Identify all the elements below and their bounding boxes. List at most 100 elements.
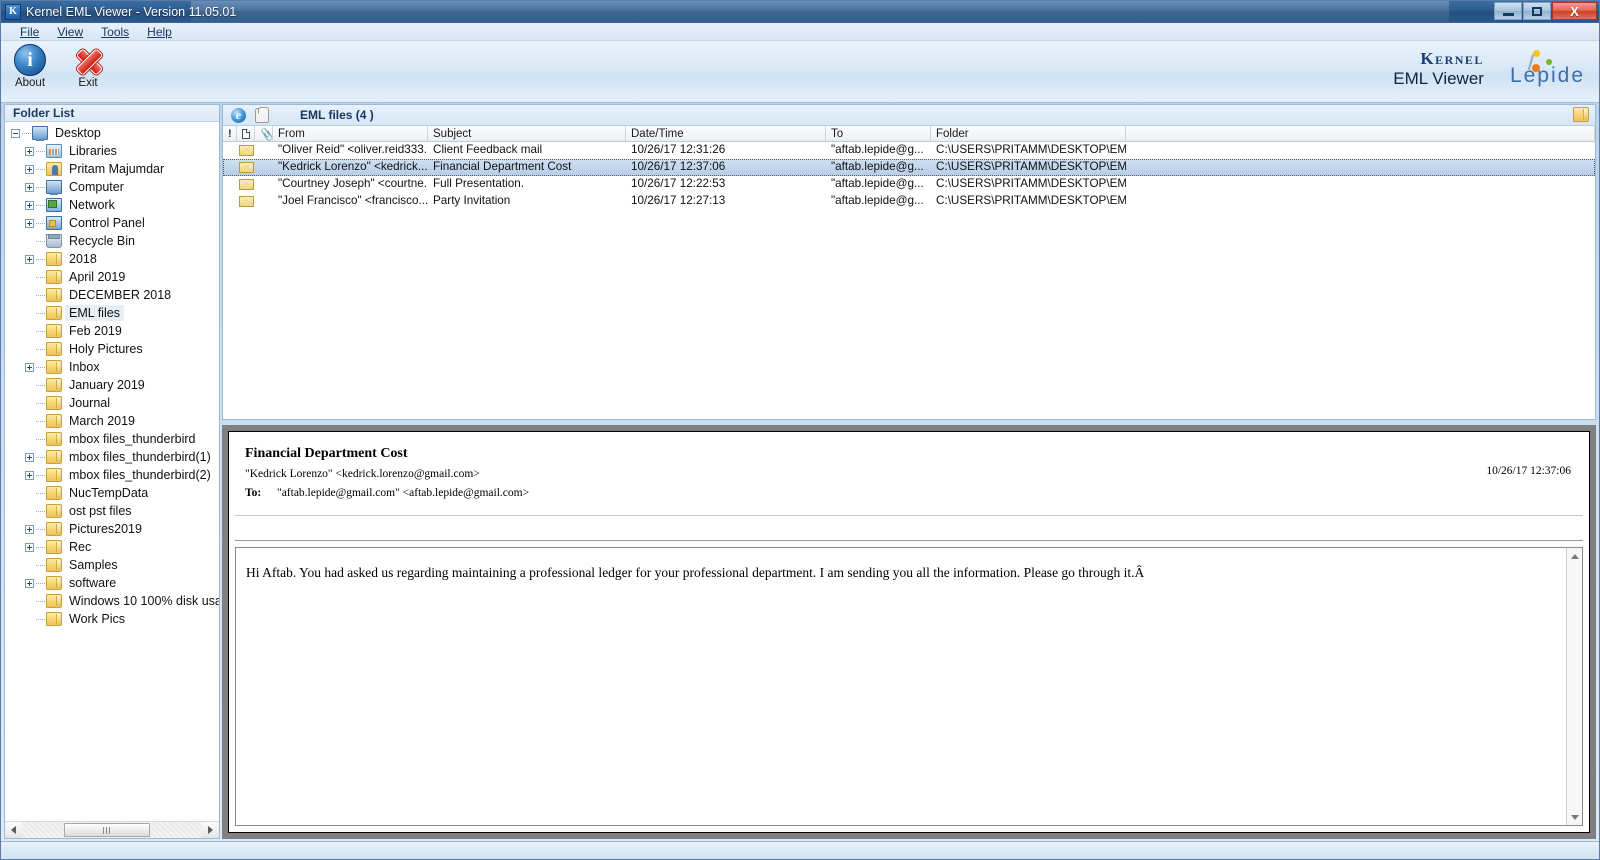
expand-icon[interactable]	[25, 471, 34, 480]
expand-icon[interactable]	[25, 255, 34, 264]
tree-leaf-spacer	[25, 291, 34, 300]
tree-item-libraries[interactable]: Libraries	[5, 142, 219, 160]
menu-item-file[interactable]: File	[11, 24, 48, 40]
tree-item-december-2018[interactable]: DECEMBER 2018	[5, 286, 219, 304]
column-header-from[interactable]: From	[273, 126, 428, 141]
tree-item-control-panel[interactable]: Control Panel	[5, 214, 219, 232]
scrollbar-track[interactable]	[22, 822, 202, 838]
tree-item-mbox-files-thunderbird-1[interactable]: mbox files_thunderbird(1)	[5, 448, 219, 466]
menu-item-tools[interactable]: Tools	[92, 24, 138, 40]
expand-icon[interactable]	[25, 201, 34, 210]
tree-item-eml-files[interactable]: EML files	[5, 304, 219, 322]
tree-item-mbox-files-thunderbird-2[interactable]: mbox files_thunderbird(2)	[5, 466, 219, 484]
tree-item-march-2019[interactable]: March 2019	[5, 412, 219, 430]
expand-icon[interactable]	[25, 525, 34, 534]
tree-item-nuctempdata[interactable]: NucTempData	[5, 484, 219, 502]
scroll-down-arrow-icon[interactable]	[1567, 809, 1582, 825]
tree-item-software[interactable]: software	[5, 574, 219, 592]
message-rows[interactable]: "Oliver Reid" <oliver.reid333...Client F…	[223, 142, 1595, 419]
tree-connector	[36, 313, 46, 314]
tree-item-pritam-majumdar[interactable]: Pritam Majumdar	[5, 160, 219, 178]
menu-file-label: File	[20, 25, 39, 39]
tree-item-2018[interactable]: 2018	[5, 250, 219, 268]
lepide-dot-green-icon	[1546, 59, 1552, 65]
message-row[interactable]: "Kedrick Lorenzo" <kedrick....Financial …	[223, 159, 1595, 176]
exit-button[interactable]: Exit	[59, 44, 117, 89]
expand-icon[interactable]	[25, 543, 34, 552]
tree-item-desktop[interactable]: Desktop	[5, 124, 219, 142]
tree-connector	[36, 223, 46, 224]
tree-item-january-2019[interactable]: January 2019	[5, 376, 219, 394]
tree-item-mbox-files-thunderbird[interactable]: mbox files_thunderbird	[5, 430, 219, 448]
computer-icon	[46, 180, 62, 194]
column-header-datetime[interactable]: Date/Time	[626, 126, 826, 141]
tree-item-holy-pictures[interactable]: Holy Pictures	[5, 340, 219, 358]
tree-item-label: Windows 10 100% disk usage	[65, 593, 219, 609]
cell-importance	[223, 159, 237, 176]
scroll-left-arrow-icon[interactable]	[5, 822, 22, 838]
red-x-icon	[72, 44, 104, 76]
expand-icon[interactable]	[25, 219, 34, 228]
maximize-button[interactable]	[1523, 2, 1551, 20]
tree-item-pictures2019[interactable]: Pictures2019	[5, 520, 219, 538]
cell-folder: C:\USERS\PRITAMM\DESKTOP\EM...	[931, 159, 1126, 176]
tree-item-network[interactable]: Network	[5, 196, 219, 214]
tree-item-label: Pritam Majumdar	[65, 161, 168, 177]
tree-connector	[36, 331, 46, 332]
hand-icon[interactable]	[251, 106, 272, 124]
menu-item-view[interactable]: View	[48, 24, 92, 40]
scrollbar-thumb[interactable]	[64, 823, 150, 837]
column-header-to[interactable]: To	[826, 126, 931, 141]
tree-item-label: DECEMBER 2018	[65, 287, 175, 303]
column-header-row[interactable]: ! 📎FromSubject Date/Time ToFolder	[223, 126, 1595, 142]
expand-icon[interactable]	[25, 183, 34, 192]
column-header-label: Date/Time	[631, 128, 684, 140]
message-row[interactable]: "Courtney Joseph" <courtne...Full Presen…	[223, 176, 1595, 193]
tree-item-label: Work Pics	[65, 611, 129, 627]
tree-item-journal[interactable]: Journal	[5, 394, 219, 412]
about-button[interactable]: i About	[1, 44, 59, 89]
tree-item-work-pics[interactable]: Work Pics	[5, 610, 219, 628]
column-header-subject[interactable]: Subject	[428, 126, 626, 141]
message-row[interactable]: "Oliver Reid" <oliver.reid333...Client F…	[223, 142, 1595, 159]
folder-horizontal-scrollbar[interactable]	[5, 821, 219, 838]
envelope-glyph	[239, 179, 254, 190]
tree-connector	[36, 259, 46, 260]
body-vertical-scrollbar[interactable]	[1566, 548, 1582, 825]
column-header-folder[interactable]: Folder	[931, 126, 1126, 141]
folder-tree[interactable]: DesktopLibrariesPritam MajumdarComputerN…	[5, 122, 219, 821]
envelope-icon	[237, 193, 255, 210]
column-header-importance[interactable]: !	[223, 126, 237, 141]
tree-item-computer[interactable]: Computer	[5, 178, 219, 196]
expand-icon[interactable]	[25, 147, 34, 156]
scroll-up-arrow-icon[interactable]	[1567, 548, 1582, 564]
tree-item-feb-2019[interactable]: Feb 2019	[5, 322, 219, 340]
column-header-page[interactable]	[237, 126, 255, 141]
envelope-icon	[237, 176, 255, 193]
folder-icon[interactable]	[1573, 107, 1589, 122]
column-header-attachment[interactable]: 📎	[255, 126, 273, 141]
close-button[interactable]: X	[1552, 2, 1597, 20]
tree-item-ost-pst-files[interactable]: ost pst files	[5, 502, 219, 520]
message-row[interactable]: "Joel Francisco" <francisco....Party Inv…	[223, 193, 1595, 210]
browser-icon[interactable]: e	[228, 106, 249, 124]
tree-item-label: Pictures2019	[65, 521, 146, 537]
expand-icon[interactable]	[25, 453, 34, 462]
email-subject: Financial Department Cost	[245, 446, 1573, 462]
tree-item-samples[interactable]: Samples	[5, 556, 219, 574]
tree-item-rec[interactable]: Rec	[5, 538, 219, 556]
tree-item-recycle-bin[interactable]: Recycle Bin	[5, 232, 219, 250]
tree-item-april-2019[interactable]: April 2019	[5, 268, 219, 286]
cell-from: "Courtney Joseph" <courtne...	[273, 176, 428, 193]
scroll-right-arrow-icon[interactable]	[202, 822, 219, 838]
tree-item-windows-10-100-disk-usage[interactable]: Windows 10 100% disk usage	[5, 592, 219, 610]
expand-icon[interactable]	[25, 363, 34, 372]
collapse-icon[interactable]	[11, 129, 20, 138]
cell-folder: C:\USERS\PRITAMM\DESKTOP\EM...	[931, 176, 1126, 193]
expand-icon[interactable]	[25, 579, 34, 588]
tree-item-inbox[interactable]: Inbox	[5, 358, 219, 376]
minimize-button[interactable]	[1494, 2, 1522, 20]
menu-item-help[interactable]: Help	[138, 24, 181, 40]
cell-to: "aftab.lepide@g...	[826, 176, 931, 193]
expand-icon[interactable]	[25, 165, 34, 174]
